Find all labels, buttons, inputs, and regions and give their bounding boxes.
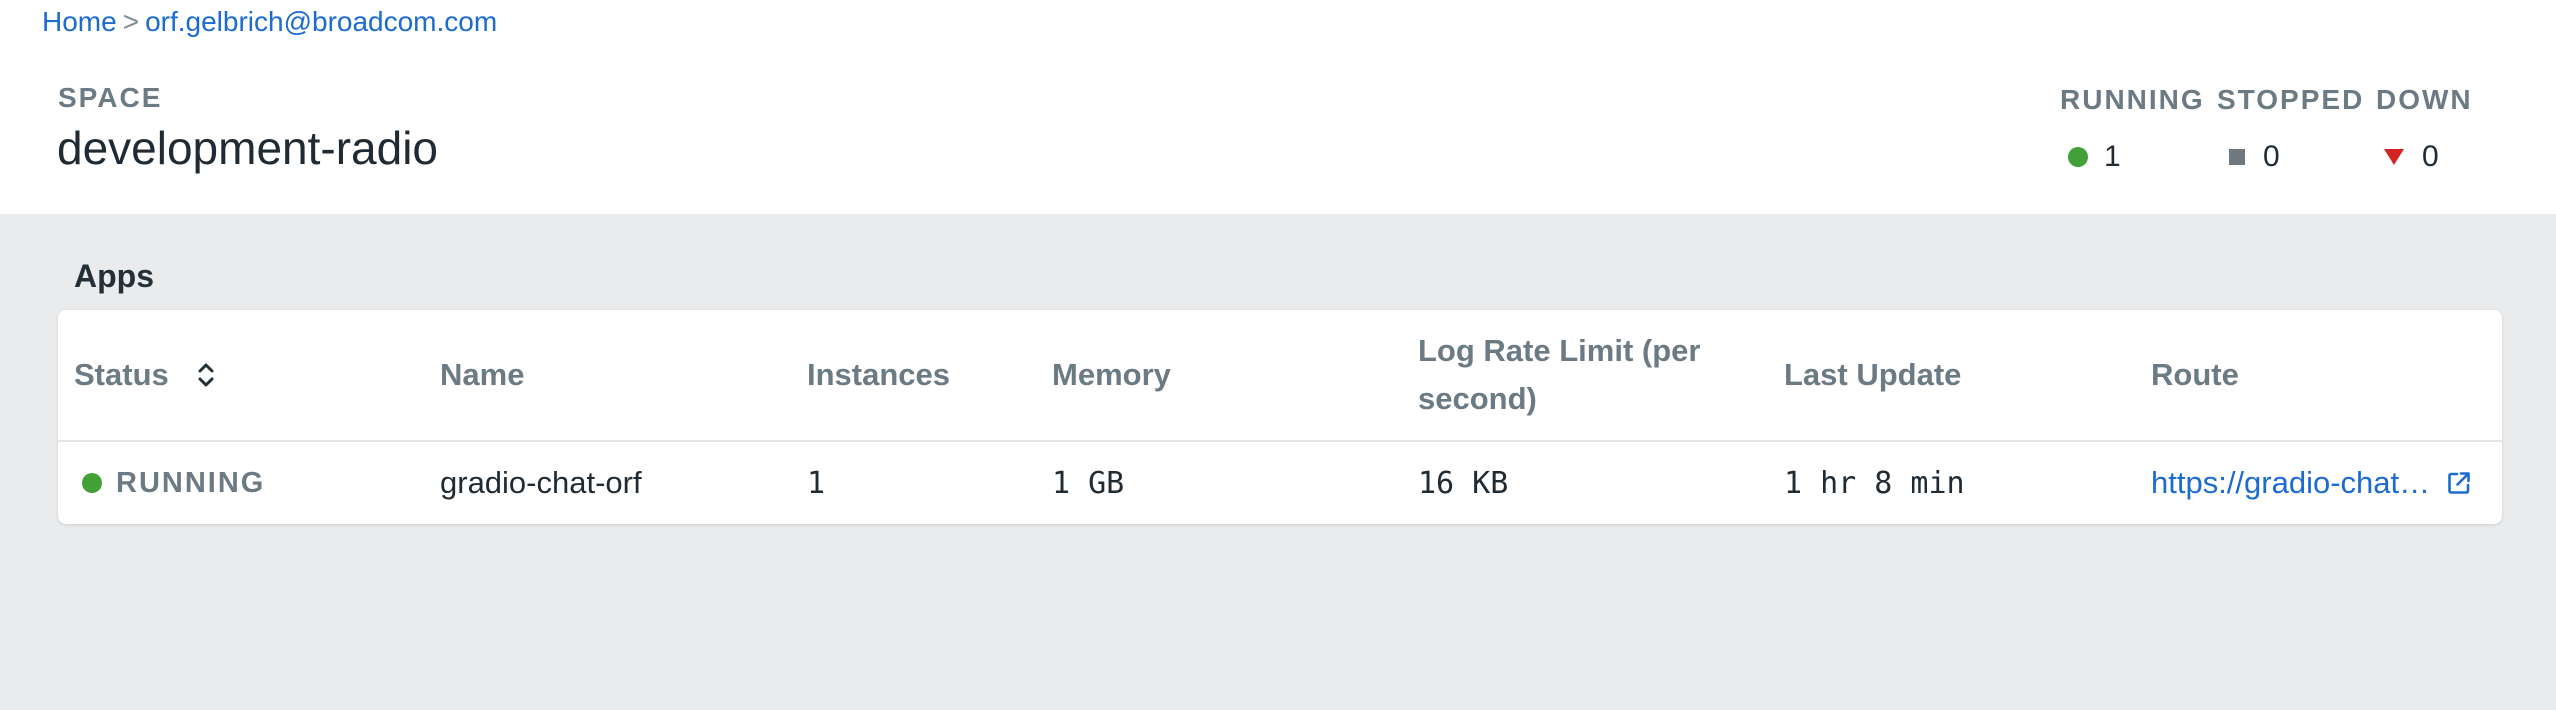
down-status-icon [2384, 149, 2404, 165]
column-header-log-rate-limit[interactable]: Log Rate Limit (per second) [1418, 327, 1728, 423]
stat-down: DOWN 0 [2376, 84, 2473, 174]
space-name: development-radio [57, 122, 439, 174]
app-last-update: 1 hr 8 min [1784, 465, 1965, 501]
stat-running-value: 1 [2104, 140, 2121, 173]
table-row[interactable]: RUNNING gradio-chat-orf 1 1 GB 16 KB 1 h… [58, 442, 2502, 524]
breadcrumb-separator: > [122, 6, 140, 37]
column-header-last-update[interactable]: Last Update [1784, 351, 1961, 399]
breadcrumb-home-link[interactable]: Home [42, 6, 117, 37]
app-name[interactable]: gradio-chat-orf [440, 442, 642, 524]
apps-table: Status Name Instances Memory Log Rate Li… [58, 310, 2502, 524]
app-instances: 1 [807, 465, 826, 501]
app-status-cell: RUNNING [82, 442, 265, 524]
stat-stopped: STOPPED 0 [2217, 84, 2364, 174]
app-status: RUNNING [116, 466, 266, 499]
column-header-instances[interactable]: Instances [807, 351, 950, 399]
breadcrumb-org-link[interactable]: orf.gelbrich@broadcom.com [145, 6, 497, 37]
space-header: Home > orf.gelbrich@broadcom.com SPACE dev… [0, 0, 2556, 214]
external-link-icon[interactable] [2446, 470, 2472, 496]
app-log-rate-limit: 16 KB [1418, 465, 1509, 501]
app-route-link[interactable]: https://gradio-chat… [2151, 465, 2430, 501]
running-dot-icon [82, 473, 102, 493]
apps-section-title: Apps [74, 258, 154, 294]
sort-icon[interactable] [195, 360, 217, 390]
app-route-cell: https://gradio-chat… [2151, 442, 2472, 524]
column-header-status[interactable]: Status [74, 351, 217, 399]
column-header-status-label: Status [74, 357, 169, 392]
space-label: SPACE [58, 82, 163, 113]
stat-running: RUNNING 1 [2060, 84, 2205, 174]
breadcrumb: Home > orf.gelbrich@broadcom.com [42, 2, 497, 42]
stat-running-label: RUNNING [2060, 84, 2205, 115]
stat-stopped-value: 0 [2263, 140, 2280, 173]
running-status-icon [2068, 147, 2088, 167]
apps-table-header: Status Name Instances Memory Log Rate Li… [58, 310, 2502, 442]
stat-stopped-label: STOPPED [2217, 84, 2365, 115]
app-memory: 1 GB [1052, 465, 1125, 501]
column-header-route[interactable]: Route [2151, 351, 2239, 399]
column-header-name[interactable]: Name [440, 351, 524, 399]
column-header-memory[interactable]: Memory [1052, 351, 1171, 399]
stat-down-label: DOWN [2376, 84, 2473, 115]
stopped-status-icon [2229, 149, 2245, 165]
stat-down-value: 0 [2422, 140, 2439, 173]
